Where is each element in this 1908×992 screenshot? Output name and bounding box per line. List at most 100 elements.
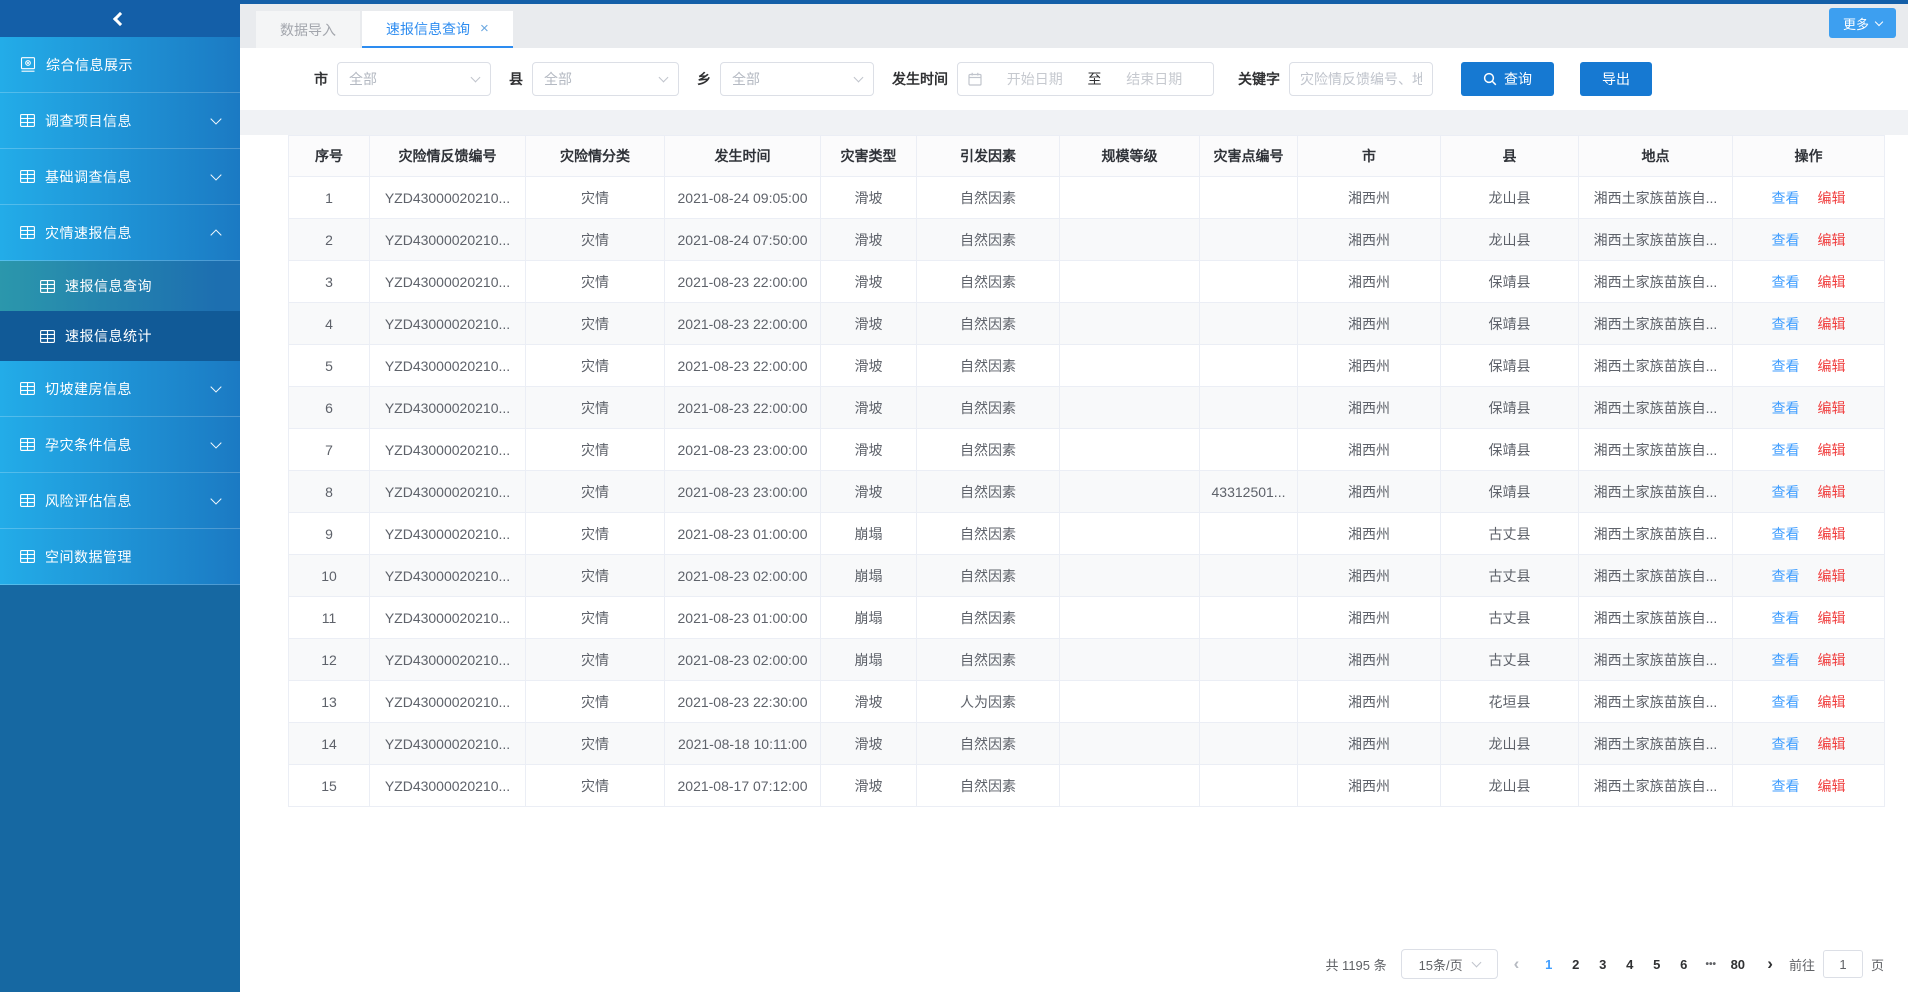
view-link[interactable]: 查看 xyxy=(1772,190,1800,206)
table-icon xyxy=(20,494,35,507)
view-link[interactable]: 查看 xyxy=(1772,274,1800,290)
page-number-3[interactable]: 3 xyxy=(1589,957,1616,972)
pagination-more[interactable]: ••• xyxy=(1697,959,1724,970)
table-icon xyxy=(40,280,55,293)
table-cell: 自然因素 xyxy=(917,303,1060,345)
sidebar-item-9[interactable]: 空间数据管理 xyxy=(0,529,240,585)
edit-link[interactable]: 编辑 xyxy=(1818,442,1846,458)
page-number-4[interactable]: 4 xyxy=(1616,957,1643,972)
sidebar-collapse-button[interactable] xyxy=(0,0,240,37)
close-icon[interactable]: × xyxy=(480,21,489,36)
goto-page-input[interactable] xyxy=(1823,950,1863,978)
sidebar-item-4[interactable]: 速报信息查询 xyxy=(0,261,240,311)
view-link[interactable]: 查看 xyxy=(1772,736,1800,752)
export-button[interactable]: 导出 xyxy=(1580,62,1652,96)
table-cell: 2 xyxy=(289,219,370,261)
page-number-80[interactable]: 80 xyxy=(1724,957,1751,972)
view-link[interactable]: 查看 xyxy=(1772,316,1800,332)
view-link[interactable]: 查看 xyxy=(1772,778,1800,794)
sidebar-item-7[interactable]: 孕灾条件信息 xyxy=(0,417,240,473)
view-link[interactable]: 查看 xyxy=(1772,484,1800,500)
page-size-select[interactable]: 15条/页 xyxy=(1401,949,1498,979)
edit-link[interactable]: 编辑 xyxy=(1818,316,1846,332)
page-number-2[interactable]: 2 xyxy=(1562,957,1589,972)
sidebar-item-label: 速报信息查询 xyxy=(65,276,220,296)
keyword-input[interactable] xyxy=(1289,62,1433,96)
edit-link[interactable]: 编辑 xyxy=(1818,736,1846,752)
table-cell: YZD43000020210... xyxy=(370,513,526,555)
table-cell xyxy=(1060,303,1200,345)
township-select-value: 全部 xyxy=(732,69,760,89)
sidebar-item-2[interactable]: 基础调查信息 xyxy=(0,149,240,205)
view-link[interactable]: 查看 xyxy=(1772,652,1800,668)
view-link[interactable]: 查看 xyxy=(1772,694,1800,710)
page-number-1[interactable]: 1 xyxy=(1535,957,1562,972)
table-row: 8YZD43000020210...灾情2021-08-23 23:00:00滑… xyxy=(289,471,1885,513)
edit-link[interactable]: 编辑 xyxy=(1818,652,1846,668)
sidebar-item-3[interactable]: 灾情速报信息 xyxy=(0,205,240,261)
more-button[interactable]: 更多 xyxy=(1829,8,1896,38)
actions-cell: 查看 编辑 xyxy=(1733,219,1885,261)
tab-bar: 数据导入 速报信息查询 × 更多 xyxy=(240,4,1908,48)
table-cell: 1 xyxy=(289,177,370,219)
table-row: 12YZD43000020210...灾情2021-08-23 02:00:00… xyxy=(289,639,1885,681)
sidebar-item-5[interactable]: 速报信息统计 xyxy=(0,311,240,361)
county-select[interactable]: 全部 xyxy=(532,62,679,96)
tab-data-import[interactable]: 数据导入 xyxy=(256,11,360,48)
table-cell: 湘西州 xyxy=(1298,303,1441,345)
edit-link[interactable]: 编辑 xyxy=(1818,484,1846,500)
view-link[interactable]: 查看 xyxy=(1772,442,1800,458)
edit-link[interactable]: 编辑 xyxy=(1818,610,1846,626)
goto-label: 前往 xyxy=(1789,955,1815,974)
date-range-picker[interactable]: 开始日期 至 结束日期 xyxy=(957,62,1214,96)
view-link[interactable]: 查看 xyxy=(1772,526,1800,542)
end-date-placeholder[interactable]: 结束日期 xyxy=(1106,69,1204,89)
table-cell: 13 xyxy=(289,681,370,723)
sidebar-item-8[interactable]: 风险评估信息 xyxy=(0,473,240,529)
tab-report-query[interactable]: 速报信息查询 × xyxy=(362,11,513,48)
sidebar-item-6[interactable]: 切坡建房信息 xyxy=(0,361,240,417)
view-link[interactable]: 查看 xyxy=(1772,358,1800,374)
table-cell: 灾情 xyxy=(526,429,665,471)
city-select[interactable]: 全部 xyxy=(337,62,491,96)
edit-link[interactable]: 编辑 xyxy=(1818,526,1846,542)
sidebar-item-0[interactable]: 综合信息展示 xyxy=(0,37,240,93)
actions-cell: 查看 编辑 xyxy=(1733,429,1885,471)
start-date-placeholder[interactable]: 开始日期 xyxy=(986,69,1084,89)
chevron-down-icon xyxy=(210,169,221,180)
edit-link[interactable]: 编辑 xyxy=(1818,568,1846,584)
table-cell: 湘西州 xyxy=(1298,429,1441,471)
edit-link[interactable]: 编辑 xyxy=(1818,400,1846,416)
township-select[interactable]: 全部 xyxy=(720,62,874,96)
edit-link[interactable]: 编辑 xyxy=(1818,358,1846,374)
view-link[interactable]: 查看 xyxy=(1772,610,1800,626)
edit-link[interactable]: 编辑 xyxy=(1818,694,1846,710)
table-cell: 自然因素 xyxy=(917,429,1060,471)
chevron-down-icon xyxy=(1471,958,1481,968)
search-button[interactable]: 查询 xyxy=(1461,62,1554,96)
view-link[interactable]: 查看 xyxy=(1772,232,1800,248)
page-number-5[interactable]: 5 xyxy=(1643,957,1670,972)
page-number-6[interactable]: 6 xyxy=(1670,957,1697,972)
table-cell: 2021-08-23 01:00:00 xyxy=(665,597,821,639)
view-link[interactable]: 查看 xyxy=(1772,400,1800,416)
table-cell: 龙山县 xyxy=(1441,219,1579,261)
table-cell: 3 xyxy=(289,261,370,303)
section-divider xyxy=(240,110,1908,135)
table-cell: 滑坡 xyxy=(821,723,917,765)
actions-cell: 查看 编辑 xyxy=(1733,471,1885,513)
column-header: 灾险情反馈编号 xyxy=(370,136,526,177)
sidebar-item-label: 调查项目信息 xyxy=(45,111,212,131)
edit-link[interactable]: 编辑 xyxy=(1818,232,1846,248)
prev-page-button[interactable]: ‹ xyxy=(1512,954,1522,974)
table-cell: 2021-08-24 09:05:00 xyxy=(665,177,821,219)
edit-link[interactable]: 编辑 xyxy=(1818,274,1846,290)
view-link[interactable]: 查看 xyxy=(1772,568,1800,584)
table-cell: 湘西土家族苗族自... xyxy=(1579,723,1733,765)
edit-link[interactable]: 编辑 xyxy=(1818,190,1846,206)
next-page-button[interactable]: › xyxy=(1765,954,1775,974)
sidebar-item-1[interactable]: 调查项目信息 xyxy=(0,93,240,149)
table-row: 10YZD43000020210...灾情2021-08-23 02:00:00… xyxy=(289,555,1885,597)
table-cell: 自然因素 xyxy=(917,723,1060,765)
edit-link[interactable]: 编辑 xyxy=(1818,778,1846,794)
